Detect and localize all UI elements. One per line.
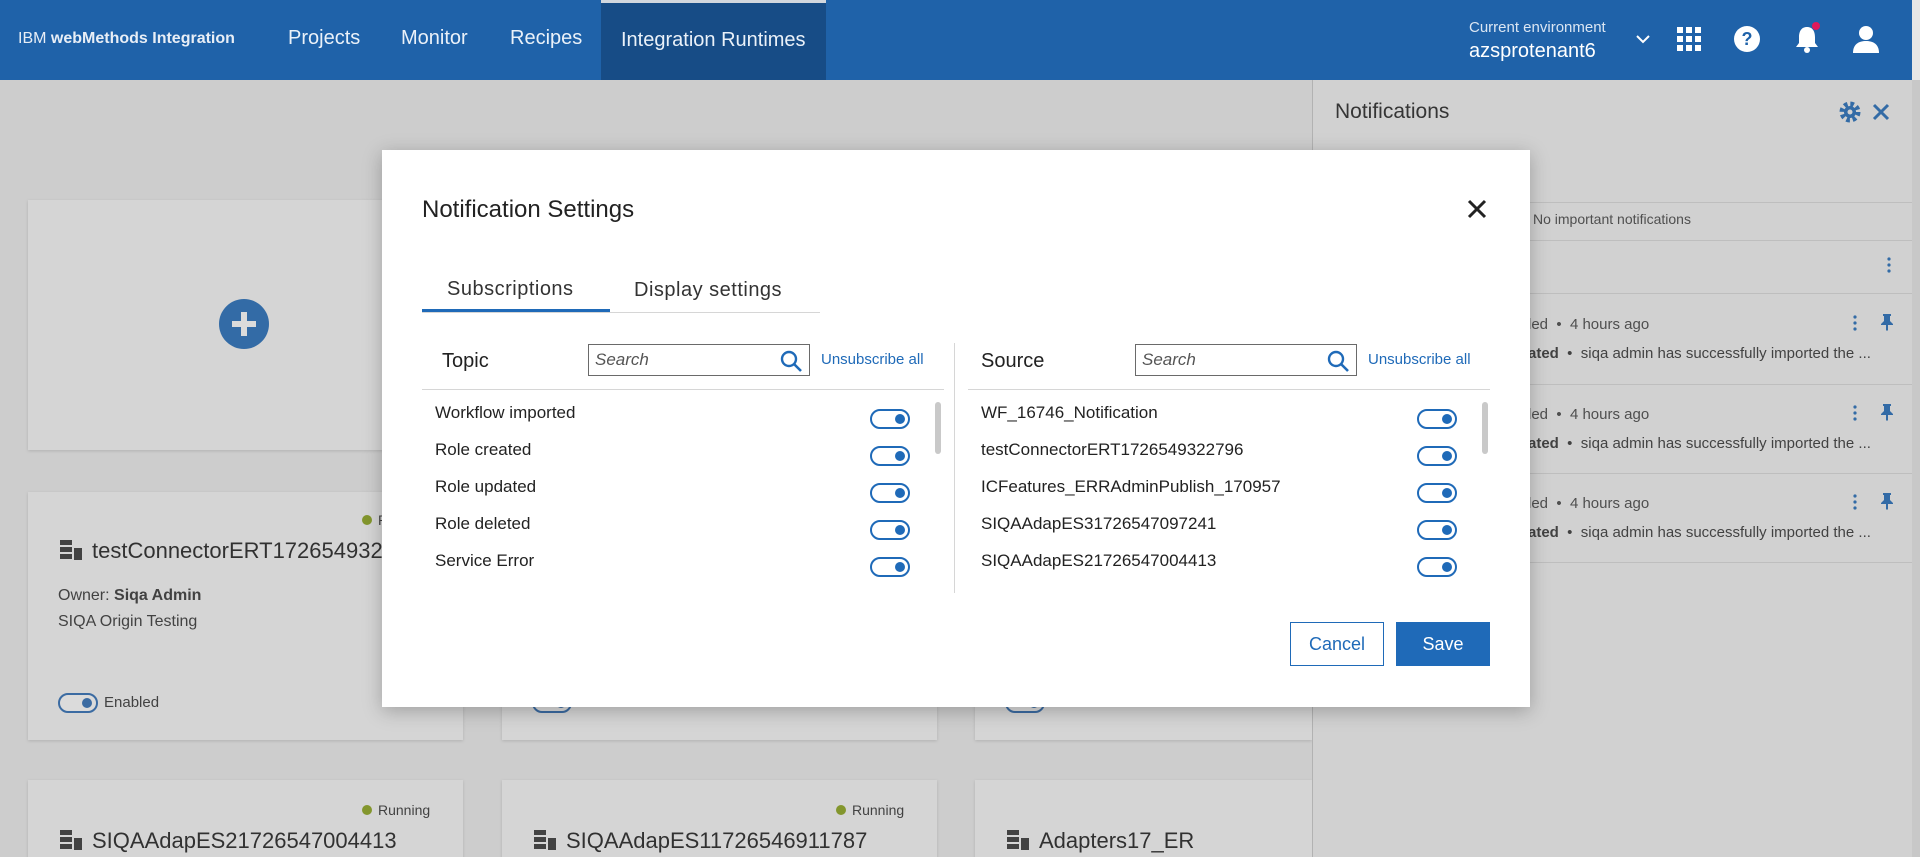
- source-toggle[interactable]: [1417, 520, 1457, 540]
- environment-label: Current environment: [1469, 19, 1606, 36]
- topic-search-box[interactable]: [588, 344, 810, 376]
- dialog-title: Notification Settings: [422, 196, 635, 223]
- search-icon[interactable]: [1326, 349, 1350, 373]
- source-item: WF_16746_Notification: [981, 403, 1158, 422]
- notification-badge-dot: [1812, 22, 1820, 30]
- notifications-bell-icon[interactable]: [1790, 22, 1824, 56]
- environment-chevron-down-icon[interactable]: [1628, 24, 1658, 54]
- brand-name: webMethods Integration: [50, 30, 235, 47]
- source-search-box[interactable]: [1135, 344, 1357, 376]
- nav-projects[interactable]: Projects: [268, 0, 380, 80]
- column-separator: [954, 343, 955, 593]
- user-profile-icon[interactable]: [1849, 22, 1883, 56]
- topic-toggle[interactable]: [870, 446, 910, 466]
- topic-item-workflow-imported: Workflow imported: [435, 403, 576, 422]
- source-toggle[interactable]: [1417, 409, 1457, 429]
- nav-integration-runtimes[interactable]: Integration Runtimes: [601, 0, 826, 80]
- source-item: SIQAAdapES21726547004413: [981, 551, 1217, 570]
- source-heading: Source: [981, 350, 1045, 372]
- nav-monitor[interactable]: Monitor: [381, 0, 488, 80]
- close-dialog-icon[interactable]: [1462, 194, 1492, 224]
- brand-prefix: IBM: [18, 30, 47, 47]
- topic-item-service-error: Service Error: [435, 551, 535, 570]
- save-button[interactable]: Save: [1396, 622, 1490, 666]
- topic-search-input[interactable]: [595, 349, 775, 371]
- environment-value: azsprotenant6: [1469, 40, 1596, 62]
- source-toggle[interactable]: [1417, 557, 1457, 577]
- source-toggle[interactable]: [1417, 483, 1457, 503]
- topic-heading: Topic: [442, 350, 489, 372]
- topic-toggle[interactable]: [870, 409, 910, 429]
- notification-settings-dialog: Notification Settings Subscriptions Disp…: [382, 150, 1530, 707]
- svg-text:?: ?: [1742, 29, 1753, 49]
- nav-recipes[interactable]: Recipes: [490, 0, 602, 80]
- topic-item-role-created: Role created: [435, 440, 532, 459]
- search-icon[interactable]: [779, 349, 803, 373]
- topic-item-role-updated: Role updated: [435, 477, 537, 496]
- source-item: testConnectorERT1726549322796: [981, 440, 1244, 459]
- source-header-divider: [968, 389, 1490, 390]
- topic-header-divider: [422, 389, 944, 390]
- tab-underline: [422, 312, 820, 313]
- app-switcher-grid-icon[interactable]: [1672, 22, 1706, 56]
- source-toggle[interactable]: [1417, 446, 1457, 466]
- source-list-scrollbar[interactable]: [1482, 402, 1488, 454]
- tab-display-settings[interactable]: Display settings: [634, 270, 820, 312]
- topic-item-role-deleted: Role deleted: [435, 514, 531, 533]
- topic-list-scrollbar[interactable]: [935, 402, 941, 454]
- source-unsubscribe-all-link[interactable]: Unsubscribe all: [1368, 351, 1471, 368]
- brand-logo[interactable]: IBM webMethods Integration: [18, 30, 235, 48]
- help-icon[interactable]: ?: [1730, 22, 1764, 56]
- topic-toggle[interactable]: [870, 520, 910, 540]
- top-header: IBM webMethods Integration Projects Moni…: [0, 0, 1920, 80]
- topic-toggle[interactable]: [870, 483, 910, 503]
- topic-unsubscribe-all-link[interactable]: Unsubscribe all: [821, 351, 924, 368]
- source-search-input[interactable]: [1142, 349, 1322, 371]
- source-item: ICFeatures_ERRAdminPublish_170957: [981, 477, 1281, 496]
- cancel-button[interactable]: Cancel: [1290, 622, 1384, 666]
- source-item: SIQAAdapES31726547097241: [981, 514, 1217, 533]
- tab-subscriptions[interactable]: Subscriptions: [422, 270, 610, 312]
- topic-toggle[interactable]: [870, 557, 910, 577]
